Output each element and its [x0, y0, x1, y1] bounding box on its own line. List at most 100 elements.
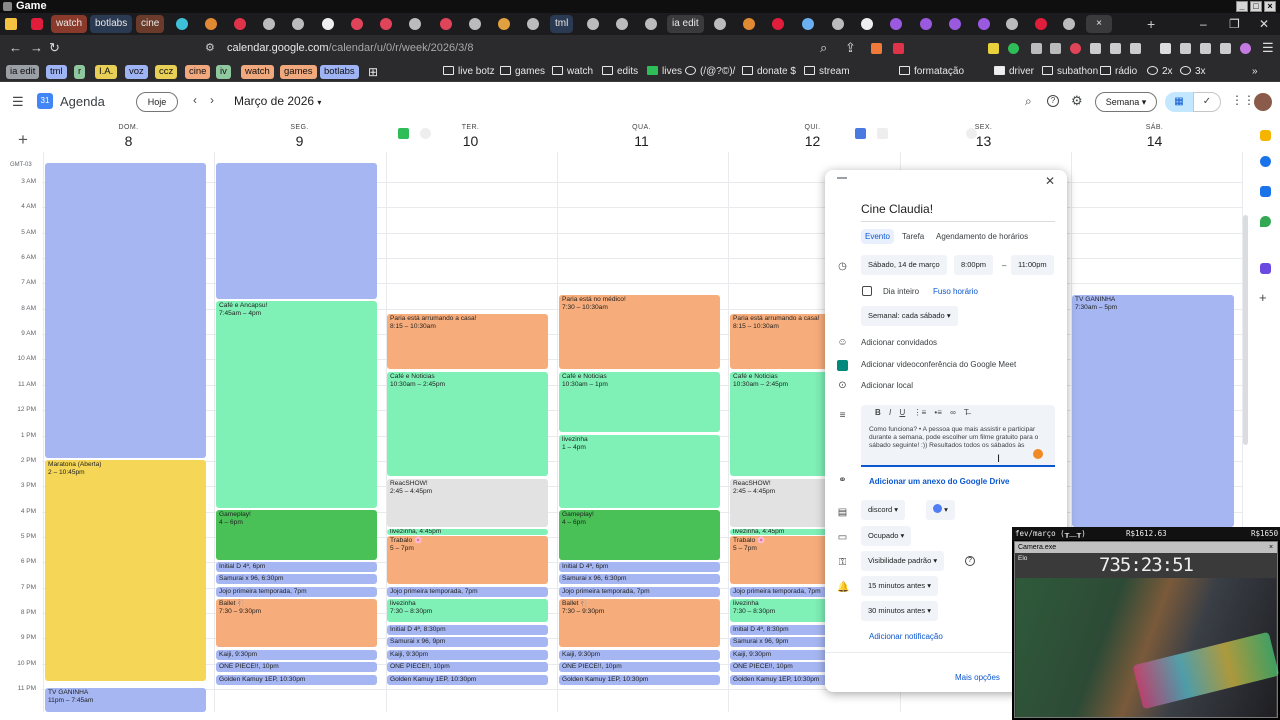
tab-favicon[interactable]: [861, 18, 873, 30]
tab-favicon[interactable]: [527, 18, 539, 30]
tab-tarefa[interactable]: Tarefa: [902, 232, 924, 241]
event[interactable]: Initial D 4ª, 6pm: [216, 562, 377, 572]
event[interactable]: ONE PIECE!!, 10pm: [559, 662, 720, 672]
maps-icon[interactable]: [1260, 216, 1271, 227]
event[interactable]: Jojo primeira temporada, 7pm: [559, 587, 720, 597]
event[interactable]: ONE PIECE!!, 10pm: [216, 662, 377, 672]
day-number[interactable]: 11: [556, 133, 727, 149]
event[interactable]: ReacSHOW! 2:45 – 4:45pm: [387, 479, 548, 527]
day-number[interactable]: 9: [214, 133, 385, 149]
event[interactable]: Samurai x 96, 9pm: [387, 637, 548, 647]
next-week-icon[interactable]: ›: [210, 93, 214, 107]
avatar[interactable]: [1254, 93, 1272, 111]
tab-favicon[interactable]: [832, 18, 844, 30]
apps-grid-icon[interactable]: ⊞: [368, 65, 378, 79]
tab-favicon[interactable]: [409, 18, 421, 30]
day-header[interactable]: TER. 10: [385, 124, 556, 149]
restore-icon[interactable]: ❐: [1229, 15, 1240, 33]
day-number[interactable]: 8: [43, 133, 214, 149]
bookmark-folder[interactable]: watch: [552, 65, 593, 79]
event[interactable]: Paria está no médico! 7:30 – 10:30am: [559, 295, 720, 369]
drag-handle-icon[interactable]: [837, 177, 847, 179]
day-number[interactable]: 14: [1069, 133, 1240, 149]
event[interactable]: livezinha, 4:45pm: [387, 529, 548, 535]
bookmark-chip[interactable]: cine: [185, 65, 211, 79]
bookmark-chip[interactable]: iv: [216, 65, 231, 79]
tab-favicon[interactable]: [351, 18, 363, 30]
event[interactable]: livezinha 7:30 – 8:30pm: [387, 599, 548, 622]
maximize-icon[interactable]: □: [1250, 1, 1262, 12]
close-icon[interactable]: ✕: [1045, 174, 1055, 188]
tasks-view-toggle[interactable]: ✓: [1193, 92, 1221, 112]
day-number[interactable]: 12: [727, 133, 898, 149]
day-number[interactable]: 13: [898, 133, 1069, 149]
allday-checkbox[interactable]: [862, 286, 872, 296]
bookmark-folder[interactable]: lives: [647, 65, 682, 79]
event[interactable]: Initial D 4ª, 6pm: [559, 562, 720, 572]
event[interactable]: Maratona (Aberta) 2 – 10:45pm: [45, 460, 206, 681]
bookmark-folder[interactable]: subathon: [1042, 65, 1098, 79]
extension-icon[interactable]: [1200, 43, 1211, 54]
tab-favicon[interactable]: [469, 18, 481, 30]
repeat-dropdown[interactable]: Semanal: cada sábado ▾: [861, 306, 958, 326]
addon-icon[interactable]: [1260, 263, 1271, 274]
view-selector[interactable]: Semana ▾: [1095, 92, 1157, 112]
tab-ia-edit[interactable]: ia edit: [667, 15, 704, 33]
event[interactable]: Golden Kamuy 1EP, 10:30pm: [559, 675, 720, 685]
tab-evento[interactable]: Evento: [861, 229, 894, 244]
day-number[interactable]: 10: [385, 133, 556, 149]
event[interactable]: livezinha 1 – 4pm: [559, 435, 720, 508]
settings-icon[interactable]: ⚙: [1071, 93, 1083, 109]
event-title-input[interactable]: Cine Claudia!: [861, 202, 1055, 222]
reload-icon[interactable]: ↻: [49, 40, 60, 56]
zoom-icon[interactable]: ⌕: [820, 40, 827, 56]
add-guests[interactable]: Adicionar convidados: [861, 338, 937, 347]
tasks-icon[interactable]: [1260, 156, 1271, 167]
tab-favicon[interactable]: [802, 18, 814, 30]
event[interactable]: Gameplay! 4 – 6pm: [559, 510, 720, 560]
bookmark-folder[interactable]: driver: [994, 65, 1034, 79]
event[interactable]: Kaiji, 9:30pm: [559, 650, 720, 660]
event[interactable]: Café e Noticias 10:30am – 2:45pm: [387, 372, 548, 476]
extension-icon[interactable]: [1180, 43, 1191, 54]
bookmark-folder[interactable]: formatação: [899, 65, 964, 79]
close-icon[interactable]: ×: [1264, 1, 1276, 12]
numbered-list-icon[interactable]: ⋮≡: [914, 408, 927, 417]
apps-grid-icon[interactable]: ⋮⋮: [1231, 93, 1255, 107]
bookmark-chip[interactable]: I.A.: [95, 65, 118, 79]
add-notification[interactable]: Adicionar notificação: [869, 632, 943, 641]
busy-dropdown[interactable]: Ocupado ▾: [861, 526, 912, 546]
tab-favicon[interactable]: [176, 18, 188, 30]
bookmark-folder[interactable]: (/@?©)/: [685, 65, 735, 79]
tab-favicon[interactable]: [234, 18, 246, 30]
event[interactable]: Paria está arrumando a casa! 8:15 – 10:30…: [387, 314, 548, 369]
bookmark-chip[interactable]: games: [280, 65, 317, 79]
event[interactable]: Café e Noticias 10:30am – 1pm: [559, 372, 720, 432]
tab-favicon[interactable]: [772, 18, 784, 30]
tab-favicon[interactable]: [920, 18, 932, 30]
tab-favicon[interactable]: [1035, 18, 1047, 30]
start-time-picker[interactable]: 8:00pm: [954, 255, 994, 275]
add-location[interactable]: Adicionar local: [861, 381, 913, 390]
tab-favicon[interactable]: [949, 18, 961, 30]
event[interactable]: Golden Kamuy 1EP, 10:30pm: [387, 675, 548, 685]
event[interactable]: Gameplay! 4 – 6pm: [216, 510, 377, 560]
italic-icon[interactable]: I: [889, 408, 891, 417]
day-header[interactable]: QUI. 12: [727, 124, 898, 149]
event[interactable]: Kaiji, 9:30pm: [216, 650, 377, 660]
calendar-view-toggle[interactable]: ▦: [1165, 92, 1193, 112]
bookmark-folder[interactable]: 3x: [1180, 65, 1206, 79]
extension-icon[interactable]: [1090, 43, 1101, 54]
end-time-picker[interactable]: 11:00pm: [1011, 255, 1054, 275]
add-meet[interactable]: Adicionar videoconferência do Google Mee…: [861, 360, 1016, 369]
today-button[interactable]: Hoje: [136, 92, 178, 112]
rewards-icon[interactable]: [893, 43, 904, 54]
bookmark-folder[interactable]: stream: [804, 65, 850, 79]
new-tab-icon[interactable]: +: [1147, 15, 1155, 33]
event[interactable]: Golden Kamuy 1EP, 10:30pm: [216, 675, 377, 685]
extension-icon[interactable]: [1050, 43, 1061, 54]
prev-week-icon[interactable]: ‹: [193, 93, 197, 107]
bookmark-chip[interactable]: r: [74, 65, 86, 79]
tab-favicon[interactable]: [645, 18, 657, 30]
day-header[interactable]: DOM. 8: [43, 124, 214, 149]
